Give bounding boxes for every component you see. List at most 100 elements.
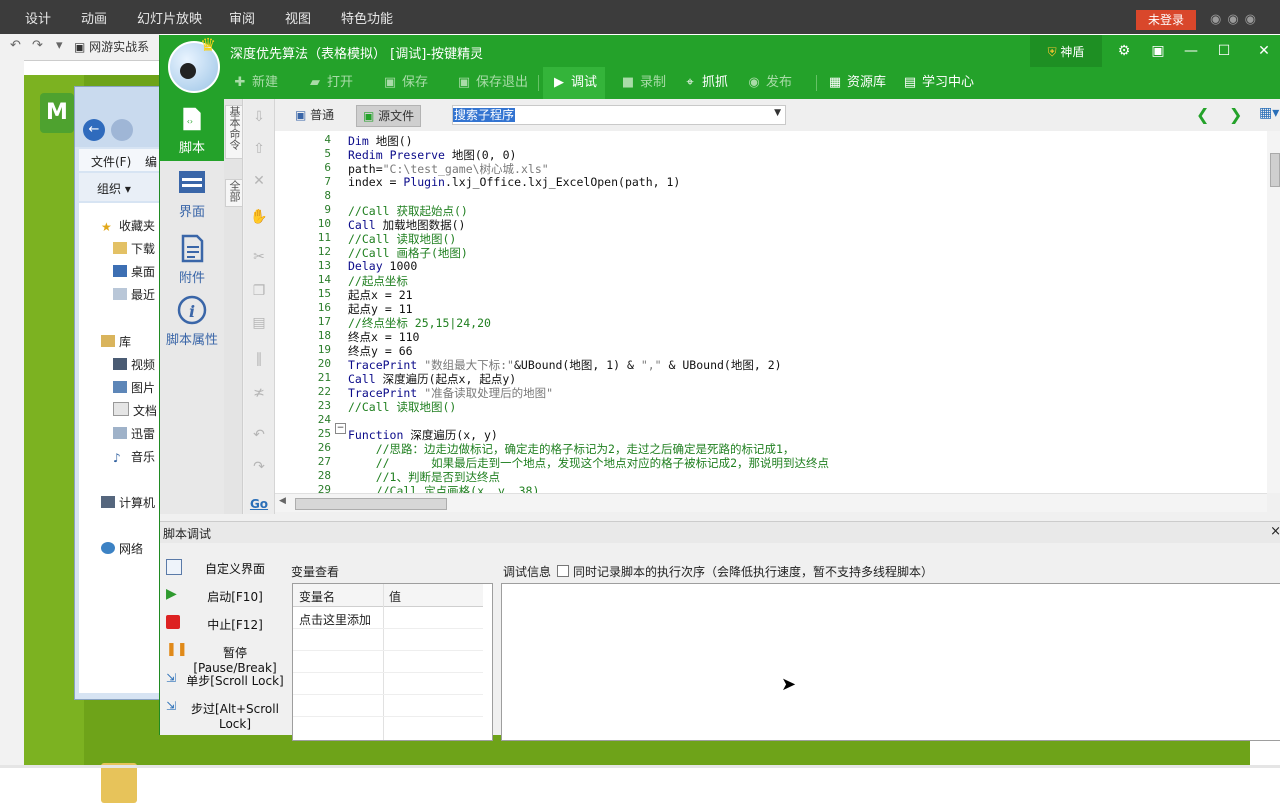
goto-button[interactable]: Go bbox=[244, 497, 274, 511]
step-button[interactable]: ⇲ 单步[Scroll Lock] bbox=[162, 667, 288, 691]
wps-window-controls-icon[interactable]: ◉◉◉ bbox=[1210, 12, 1262, 27]
tree-item-downloads[interactable]: 下载 bbox=[113, 240, 155, 257]
code-editor[interactable]: 4 5 6 7 8 9 10 11 12 13 14 15 16 17 18 19 20 21 22 23 24 25 26… bbox=[275, 131, 1267, 493]
open-button[interactable]: ▰ 打开 bbox=[307, 67, 353, 99]
tree-item-recent[interactable]: 最近 bbox=[113, 286, 155, 303]
dropdown-icon[interactable]: ▾ bbox=[56, 38, 63, 53]
code-line[interactable]: Delay 1000 bbox=[348, 259, 417, 273]
menu-file[interactable]: 文件(F) bbox=[91, 153, 131, 170]
line-number: 6 bbox=[324, 161, 331, 174]
debug-info-output[interactable] bbox=[501, 583, 1280, 741]
tab-source-view[interactable]: ▣ 源文件 bbox=[356, 105, 422, 127]
nav-script[interactable]: ‹› 脚本 bbox=[160, 99, 224, 161]
tree-item-pictures[interactable]: 图片 bbox=[113, 379, 155, 396]
step-over-button[interactable]: ⇲ 步过[Alt+Scroll Lock] bbox=[162, 695, 288, 731]
menu-animation[interactable]: 动画 bbox=[81, 8, 107, 27]
redo-icon[interactable]: ↷ bbox=[32, 38, 43, 53]
stop-debug-button[interactable]: 中止[F12] bbox=[162, 611, 288, 635]
tree-item-favorites[interactable]: ★ 收藏夹 bbox=[101, 217, 155, 234]
copy-icon[interactable]: ❐ bbox=[244, 283, 274, 299]
horizontal-scroll-thumb[interactable] bbox=[295, 498, 447, 510]
close-icon[interactable]: ✕ bbox=[1252, 41, 1276, 61]
code-line[interactable]: //Call 读取地图() bbox=[348, 399, 456, 415]
paste-icon[interactable]: ▤ bbox=[244, 315, 274, 331]
publish-icon: ◉ bbox=[748, 75, 760, 90]
vertical-scroll-thumb[interactable] bbox=[1270, 153, 1280, 187]
nav-forward-icon[interactable]: ❯ bbox=[1229, 105, 1242, 124]
nav-attachment[interactable]: 附件 bbox=[160, 233, 224, 286]
move-down-icon[interactable]: ⇩ bbox=[244, 109, 274, 125]
nav-properties[interactable]: i 脚本属性 bbox=[160, 295, 224, 348]
custom-ui-button[interactable]: 自定义界面 bbox=[162, 555, 288, 579]
tree-item-computer[interactable]: 计算机 bbox=[101, 494, 155, 511]
learning-center-button[interactable]: ▤ 学习中心 bbox=[902, 67, 974, 99]
pause-debug-button[interactable]: ❚❚ 暂停[Pause/Break] bbox=[162, 639, 288, 676]
comment-icon[interactable]: ∥ bbox=[244, 351, 274, 367]
organize-button[interactable]: 组织 ▾ bbox=[97, 180, 131, 197]
redo-icon[interactable]: ↷ bbox=[244, 459, 274, 475]
chevron-down-icon[interactable]: ▼ bbox=[774, 108, 781, 118]
vertical-scrollbar[interactable] bbox=[1267, 131, 1280, 493]
tab-normal-view[interactable]: ▣ 普通 bbox=[295, 105, 334, 125]
debug-button[interactable]: ▶ 调试 bbox=[543, 67, 606, 99]
publish-button[interactable]: ◉ 发布 bbox=[746, 67, 792, 99]
menu-slideshow[interactable]: 幻灯片放映 bbox=[137, 8, 202, 27]
menu-features[interactable]: 特色功能 bbox=[341, 8, 393, 27]
back-icon[interactable]: ← bbox=[83, 119, 105, 141]
subroutine-search-select[interactable]: 搜索子程序 ▼ bbox=[452, 105, 786, 125]
code-line[interactable]: index = Plugin.lxj_Office.lxj_ExcelOpen(… bbox=[348, 175, 680, 189]
tree-item-documents[interactable]: 文档 bbox=[113, 402, 157, 419]
save-button[interactable]: ▣ 保存 bbox=[382, 67, 428, 99]
login-button[interactable]: 未登录 bbox=[1136, 10, 1196, 30]
new-button[interactable]: ✚ 新建 bbox=[232, 67, 278, 99]
tree-item-videos[interactable]: 视频 bbox=[113, 356, 155, 373]
document-icon bbox=[113, 402, 129, 416]
menu-view[interactable]: 视图 bbox=[285, 8, 311, 27]
cut-icon[interactable]: ✂ bbox=[244, 249, 274, 265]
minimize-icon[interactable]: — bbox=[1179, 41, 1203, 61]
undo-icon[interactable]: ↶ bbox=[10, 38, 21, 53]
fold-toggle-icon[interactable]: − bbox=[335, 423, 346, 434]
close-debug-panel-icon[interactable]: × bbox=[1270, 524, 1280, 539]
tree-item-music[interactable]: ♪ 音乐 bbox=[113, 448, 155, 465]
shield-icon: ⛨ bbox=[1047, 45, 1057, 59]
menu-edit[interactable]: 编 bbox=[145, 153, 157, 170]
add-variable-row[interactable]: 点击这里添加 bbox=[299, 611, 371, 628]
resource-box-icon: ▦ bbox=[828, 75, 842, 90]
move-up-icon[interactable]: ⇧ bbox=[244, 141, 274, 157]
layout-grid-icon[interactable]: ▦▾ bbox=[1259, 105, 1279, 121]
tree-item-library[interactable]: 库 bbox=[101, 333, 131, 350]
nav-back-icon[interactable]: ❮ bbox=[1196, 105, 1209, 124]
tab-all-commands[interactable]: 全部 bbox=[225, 179, 243, 207]
tree-item-network[interactable]: 网络 bbox=[101, 540, 143, 557]
scroll-left-icon[interactable]: ◀ bbox=[279, 496, 286, 506]
horizontal-scrollbar[interactable]: ◀ bbox=[275, 493, 1267, 512]
start-debug-button[interactable]: ▶ 启动[F10] bbox=[162, 583, 288, 607]
tree-item-xunlei[interactable]: 迅雷 bbox=[113, 425, 155, 442]
menu-review[interactable]: 审阅 bbox=[229, 8, 255, 27]
debug-panel-title: 脚本调试 bbox=[163, 527, 212, 541]
code-line[interactable]: //Call 定点画格(x, y, 38) bbox=[348, 483, 540, 493]
delete-icon[interactable]: ✕ bbox=[244, 173, 274, 189]
line-number: 25 bbox=[317, 427, 331, 440]
undo-icon[interactable]: ↶ bbox=[244, 427, 274, 443]
save-exit-button[interactable]: ▣ 保存退出 bbox=[456, 67, 528, 99]
grab-button[interactable]: ⌖ 抓抓 bbox=[682, 67, 728, 99]
tree-item-desktop[interactable]: 桌面 bbox=[113, 263, 155, 280]
file-explorer-window: ← 文件(F) 编 组织 ▾ ★ 收藏夹 下载 桌面 最近 库 视频 图片 文档 … bbox=[74, 86, 166, 803]
record-button[interactable]: ■ 录制 bbox=[620, 67, 666, 99]
document-tab[interactable]: ▣ 网游实战系 bbox=[74, 37, 149, 57]
maximize-icon[interactable]: ☐ bbox=[1212, 41, 1236, 61]
uncomment-icon[interactable]: ≭ bbox=[244, 385, 274, 401]
hand-icon[interactable]: ✋ bbox=[244, 209, 274, 225]
resources-button[interactable]: ▦ 资源库 bbox=[827, 67, 886, 99]
app-logo-icon: M bbox=[40, 93, 74, 133]
record-order-checkbox[interactable] bbox=[557, 565, 570, 577]
nav-ui[interactable]: 界面 bbox=[160, 167, 224, 220]
settings-gear-icon[interactable]: ⚙ bbox=[1112, 41, 1136, 61]
skin-icon[interactable]: ▣ bbox=[1146, 41, 1170, 61]
menu-design[interactable]: 设计 bbox=[25, 8, 51, 27]
shield-button[interactable]: ⛨ 神盾 bbox=[1030, 35, 1102, 67]
forward-icon[interactable] bbox=[111, 119, 133, 141]
tab-basic-commands[interactable]: 基本命令 bbox=[225, 105, 243, 159]
